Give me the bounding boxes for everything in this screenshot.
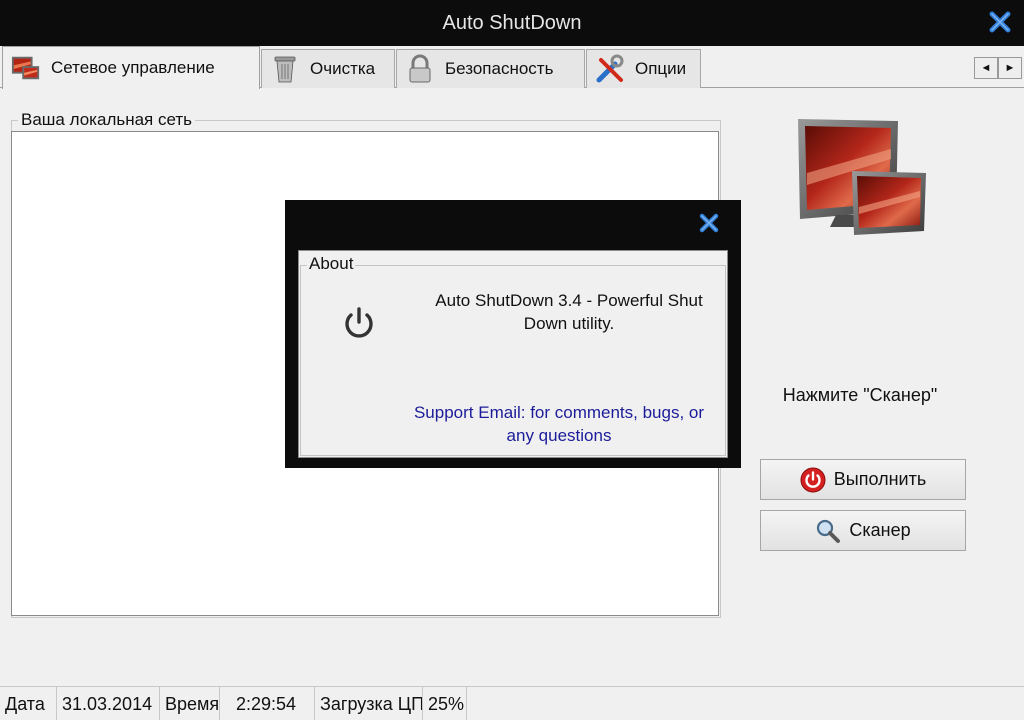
date-label: Дата xyxy=(0,687,57,720)
tab-network-control[interactable]: Сетевое управление xyxy=(2,46,260,89)
group-title: Ваша локальная сеть xyxy=(18,110,196,130)
monitors-icon xyxy=(796,115,930,239)
network-monitor-icon xyxy=(11,53,41,83)
tab-label: Сетевое управление xyxy=(51,58,215,77)
tab-scroll-buttons: ◄ ► xyxy=(974,57,1022,79)
tab-label: Опции xyxy=(635,59,687,78)
status-bar: Дата 31.03.2014 Время 2:29:54 Загрузка Ц… xyxy=(0,686,1024,720)
power-icon xyxy=(339,303,379,343)
run-button[interactable]: Выполнить xyxy=(760,459,966,500)
tab-options[interactable]: Опции xyxy=(586,49,701,88)
tab-scroll-right-button[interactable]: ► xyxy=(998,57,1022,79)
scan-hint-text: Нажмите "Сканер" xyxy=(782,385,938,405)
close-icon[interactable] xyxy=(988,10,1012,34)
about-dialog: About Auto ShutDown 3.4 - Powerful Shut … xyxy=(285,200,741,468)
close-icon[interactable] xyxy=(698,212,720,234)
tab-security[interactable]: Безопасность xyxy=(396,49,585,88)
run-button-label: Выполнить xyxy=(833,469,927,489)
tab-cleanup[interactable]: Очистка xyxy=(261,49,395,88)
date-value: 31.03.2014 xyxy=(57,687,160,720)
title-bar: Auto ShutDown xyxy=(0,0,1024,46)
tools-icon xyxy=(595,54,625,84)
cpu-value: 25% xyxy=(423,687,467,720)
scan-button-label: Сканер xyxy=(849,520,911,540)
tab-label: Безопасность xyxy=(445,59,554,78)
time-value: 2:29:54 xyxy=(220,687,315,720)
support-email-link[interactable]: Support Email: for comments, bugs, or an… xyxy=(409,401,709,447)
magnifier-icon xyxy=(815,518,841,544)
tab-scroll-left-button[interactable]: ◄ xyxy=(974,57,998,79)
about-panel: About Auto ShutDown 3.4 - Powerful Shut … xyxy=(298,250,728,458)
about-description: Auto ShutDown 3.4 - Powerful Shut Down u… xyxy=(435,291,703,333)
time-label: Время xyxy=(160,687,220,720)
power-red-icon xyxy=(800,467,826,493)
cpu-label: Загрузка ЦП xyxy=(315,687,423,720)
lock-icon xyxy=(405,54,435,84)
tab-bar: Сетевое управление Очистка Безопасность xyxy=(0,46,1024,89)
about-group-title: About xyxy=(307,254,356,274)
scan-button[interactable]: Сканер xyxy=(760,510,966,551)
trash-icon xyxy=(270,54,300,84)
tab-label: Очистка xyxy=(310,59,376,78)
window-title: Auto ShutDown xyxy=(442,12,582,34)
